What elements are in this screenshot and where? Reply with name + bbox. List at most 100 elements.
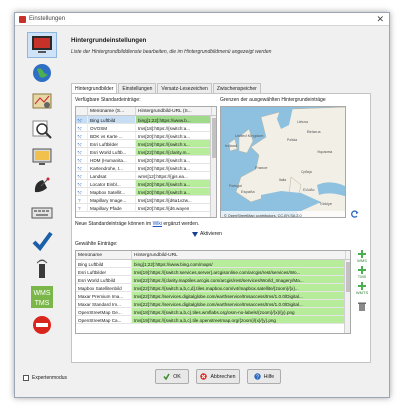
sidebar-item-screen[interactable] (27, 144, 57, 170)
table-row[interactable]: ⤲ OVOSM tms[18]:https://{switch:a... (76, 124, 216, 132)
selected-entries-table[interactable]: Menüname Hintergrundbild-URL Bing Luftbi… (75, 250, 351, 334)
preferences-window: Einstellungen ✕ WMS TMS Hintergrundeinst… (14, 12, 390, 398)
row-menu-name: BDK vs Karte ... (88, 132, 136, 139)
sidebar-item-imagery[interactable]: WMS TMS (27, 284, 57, 310)
available-entries-table[interactable]: Menüname (S... Hintergrundbild-URL (S...… (75, 106, 217, 218)
table-row[interactable]: ⤲ Esri World Luftb... tms[22]:https://{cla… (76, 148, 216, 156)
map-label-belarus: Belarus (307, 129, 321, 134)
keyboard-icon (31, 207, 53, 219)
column-header-icon[interactable] (76, 107, 88, 115)
table-row[interactable]: ? Mapillary Pfade tms[20]:https://{d6.waye… (76, 204, 216, 212)
add-wmts-button[interactable]: WMTS (354, 282, 370, 298)
row-url: tms[18]:https://{switch:a,b,c}.tiles.wmf… (132, 308, 346, 315)
row-url: tms[19]:https://{switch:services,server}… (132, 268, 346, 275)
wiki-link[interactable]: Wiki (153, 221, 162, 227)
row-url: tms[20]:https://{d6.wayen (136, 204, 212, 211)
table-row[interactable]: OpenStreetMap Ca... tms[19]:https://{swit… (76, 316, 350, 324)
no-entry-icon (33, 316, 51, 334)
page-title: Hintergrundeinstellungen (71, 37, 147, 44)
row-type-icon: ⤲ (76, 172, 88, 179)
table-row[interactable]: ⤲ Mapbox Satellit... tms[20]:https://{swit… (76, 188, 216, 196)
column-header-menu-name[interactable]: Menüname (76, 251, 132, 259)
ok-button[interactable]: OK (155, 369, 189, 384)
sidebar-item-validator[interactable] (27, 116, 57, 142)
table-row[interactable]: Bing Luftbild bing[1;22]:https://www.bing… (76, 260, 350, 268)
map-label-italy: Italia (279, 178, 286, 182)
scrollbar-thumb[interactable] (212, 118, 216, 158)
add-tms-button[interactable]: TMS (354, 266, 370, 282)
globe-icon (33, 64, 51, 82)
column-header-menu-name[interactable]: Menüname (S... (88, 107, 136, 115)
tab-offset-bookmarks[interactable]: Versatz-Lesezeichen (157, 83, 212, 93)
row-type-icon: ⤲ (76, 140, 88, 147)
table-row[interactable]: ⤲ Kartendrohe, t... tms[20]:https://{switc… (76, 164, 216, 172)
row-url: tms[22]:https://services.digitalglobe.co… (132, 300, 346, 307)
row-url: tms[19]:https://{switch:a,b,c}.tile.open… (132, 316, 346, 323)
sidebar-item-remote-control[interactable] (27, 256, 57, 282)
sidebar-item-remote[interactable] (27, 172, 57, 198)
row-type-icon: ⤲ (76, 148, 88, 155)
refresh-icon[interactable] (351, 210, 359, 218)
bounds-map[interactable]: United Kingdom Ireland France España Por… (220, 106, 346, 218)
expert-mode-checkbox[interactable] (23, 375, 29, 381)
sidebar-item-restrictions[interactable] (27, 312, 57, 338)
table-row[interactable]: Maxar Premium Ima... tms[22]:https://serv… (76, 292, 350, 300)
sidebar-item-map[interactable] (27, 88, 57, 114)
row-url: tms[22]:https://{switch:a,b,c,d}.tiles.m… (132, 284, 346, 291)
table-row[interactable]: ? Mapillary Image... tms[18]:https://{d6a1… (76, 196, 216, 204)
row-type-icon: ⤲ (76, 124, 88, 131)
scrollbar-thumb[interactable] (346, 262, 350, 292)
map-attribution: © OpenStreetMap contributors, CC-BY-SA 2… (224, 214, 302, 218)
row-menu-name: Esri World Luftb... (88, 148, 136, 155)
cancel-button[interactable]: Abbrechen (196, 369, 240, 384)
table-row[interactable]: ⤲ Locator Einbl... tms[20]:https://{switch… (76, 180, 216, 188)
map-label-turkey: Türkiye (319, 201, 333, 206)
tab-bar: Hintergrundbilder Einstellungen Versatz-… (71, 83, 262, 94)
window-title: Einstellungen (29, 16, 66, 22)
column-header-url[interactable]: Hintergrundbild-URL (132, 251, 346, 259)
map-label-spain: España (241, 189, 255, 194)
table-row[interactable]: Mapbox Satellitenbild tms[22]:https://{sw… (76, 284, 350, 292)
table-row[interactable]: OpenStreetMap Ge... tms[18]:https://{swit… (76, 308, 350, 316)
row-url: tms[20]:https://{switch:a... (136, 132, 212, 139)
table-header: Menüname (S... Hintergrundbild-URL (S... (76, 107, 216, 116)
row-type-icon: ⤲ (76, 188, 88, 195)
table-row[interactable]: ⤲ Landsat wms[12]:https://{gis.ea... (76, 172, 216, 180)
row-type-icon: ⤲ (76, 132, 88, 139)
sidebar-item-plugins[interactable] (27, 228, 57, 254)
row-type-icon: ⤲ (76, 164, 88, 171)
sidebar-item-shortcuts[interactable] (27, 200, 57, 226)
map-label-serbia: Србија (301, 170, 312, 174)
tab-settings[interactable]: Einstellungen (118, 83, 157, 93)
sidebar-item-projection[interactable] (27, 60, 57, 86)
table-row[interactable]: Maxar Standard Im... tms[22]:https://serv… (76, 300, 350, 308)
available-scrollbar[interactable] (210, 116, 216, 217)
settings-sidebar: WMS TMS (19, 31, 65, 361)
map-label-france: France (255, 165, 268, 170)
row-url: tms[20]:https://{switch:a... (136, 164, 212, 171)
delete-icon[interactable] (358, 302, 366, 311)
table-row[interactable]: ⤲ Bing Luftbild bing[1;22]:https://www.b..… (76, 116, 216, 124)
close-button[interactable]: ✕ (376, 14, 384, 24)
add-wms-button[interactable]: WMS (354, 250, 370, 266)
row-url: bing[1;22]:https://www.b... (136, 116, 212, 123)
svg-text:?: ? (256, 375, 259, 381)
help-button[interactable]: ? Hilfe (247, 369, 281, 384)
table-row[interactable]: Esri World Luftbild tms[22]:https://{clar… (76, 276, 350, 284)
table-row[interactable]: ⤲ Esri Luftbilder tms[19]:https://{switch:… (76, 140, 216, 148)
selected-scrollbar[interactable] (344, 260, 350, 333)
column-header-url[interactable]: Hintergrundbild-URL (S... (136, 107, 212, 115)
row-type-icon: ? (76, 196, 88, 203)
sidebar-item-display[interactable] (27, 32, 57, 58)
table-row[interactable]: ⤲ BDK vs Karte ... tms[20]:https://{switch… (76, 132, 216, 140)
satellite-dish-icon (34, 177, 50, 193)
row-menu-name: Landsat (88, 172, 136, 179)
tab-cache[interactable]: Zwischenspeicher (212, 83, 261, 93)
tms-label: TMS (35, 300, 50, 307)
help-icon: ? (254, 373, 261, 380)
table-row[interactable]: ⤲ HDM (Humanita... tms[20]:https://{switch… (76, 156, 216, 164)
activate-button[interactable]: Aktivieren (192, 231, 222, 237)
table-row[interactable]: Esri Luftbilder tms[19]:https://{switch:s… (76, 268, 350, 276)
row-url: tms[22]:https://{clarity.m... (136, 148, 212, 155)
wiki-hint: Neue Standardeinträge können im Wiki erg… (75, 221, 200, 227)
